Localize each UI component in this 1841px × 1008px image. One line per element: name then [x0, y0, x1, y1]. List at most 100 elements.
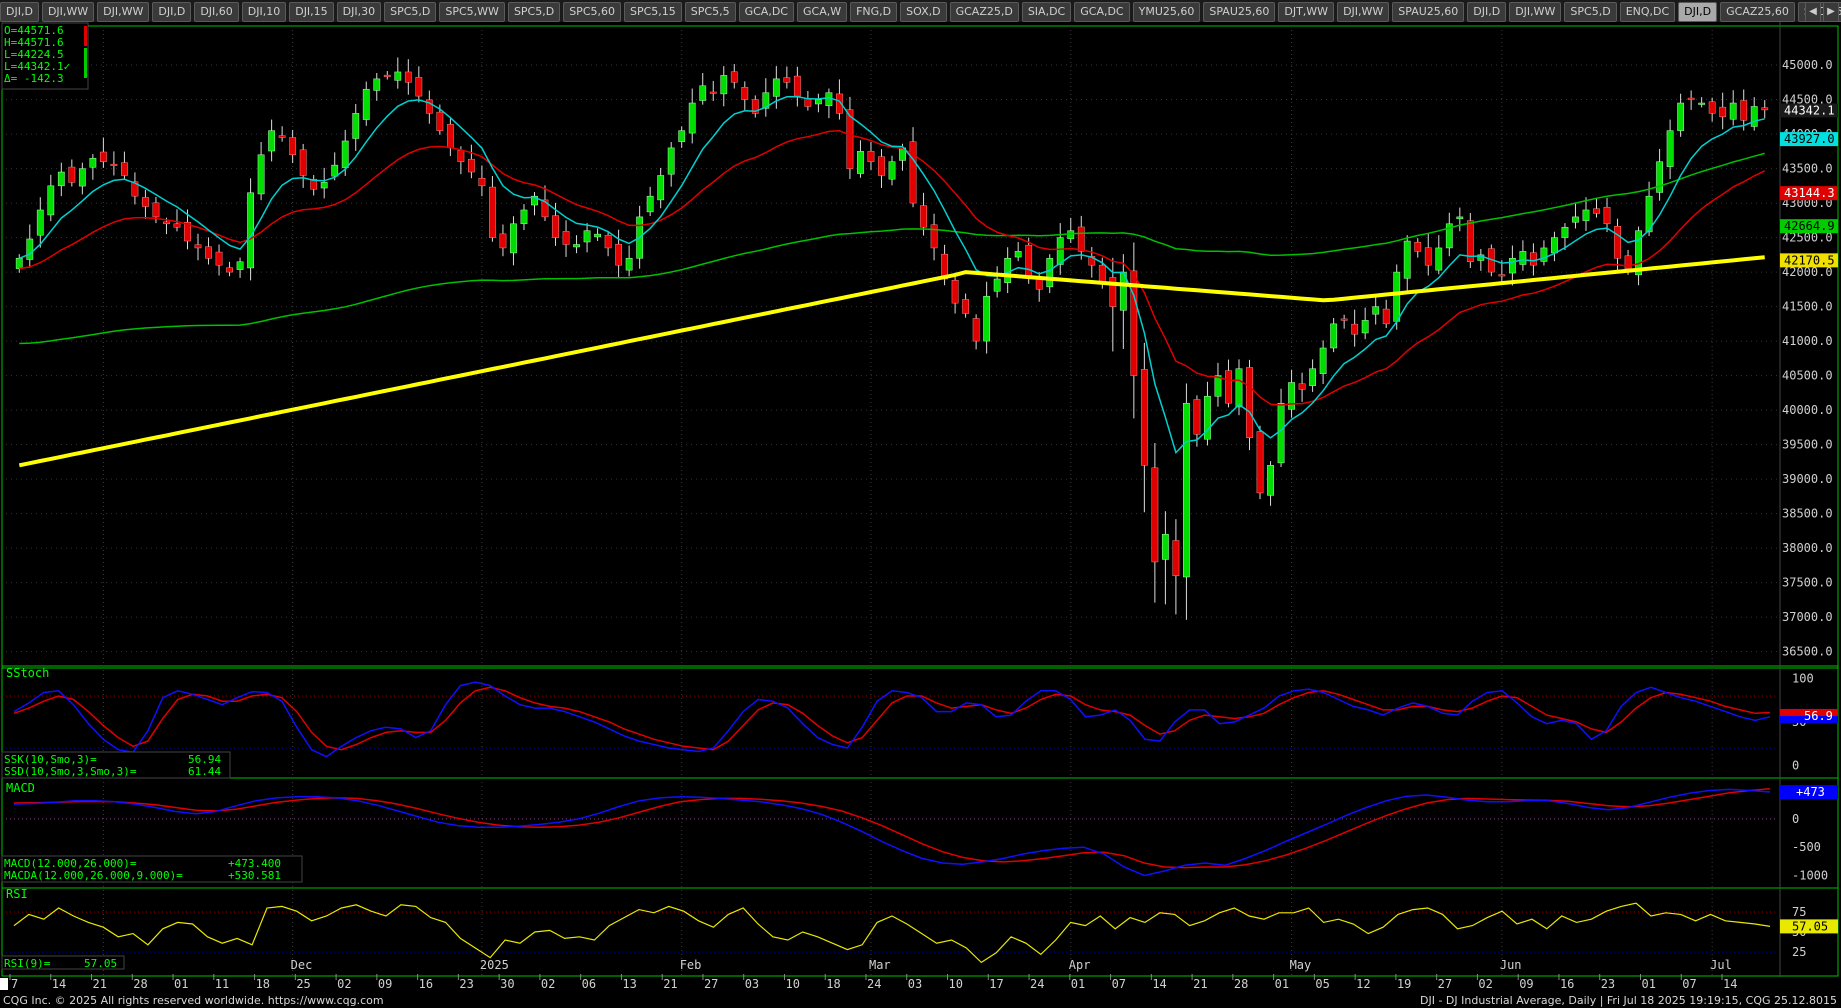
day-label: 03 — [908, 977, 922, 991]
candle-body — [1561, 226, 1569, 238]
candle-body — [320, 182, 328, 189]
candle-body — [383, 74, 391, 77]
symbol-tab[interactable]: SPC5,D — [507, 2, 561, 22]
candle-body — [215, 251, 223, 266]
month-label: May — [1290, 958, 1312, 972]
scroll-left-icon[interactable]: ◀ — [1805, 2, 1821, 22]
symbol-tab[interactable]: DJI,10 — [241, 2, 287, 22]
symbol-tab[interactable]: DJI,D — [152, 2, 192, 22]
candle-body — [1098, 264, 1106, 283]
price-tick-label: 36500.0 — [1782, 645, 1833, 659]
candle-body — [962, 299, 970, 314]
candle-body — [373, 78, 381, 91]
scroll-right-icon[interactable]: ▶ — [1823, 2, 1839, 22]
candle-body — [1603, 206, 1611, 225]
day-label: 02 — [541, 977, 555, 991]
macda-label: MACDA(12.000,26.000,9.000)= — [4, 869, 183, 882]
day-label: 12 — [1356, 977, 1370, 991]
symbol-tab[interactable]: ENQ,DC — [1619, 2, 1676, 22]
candle-body — [1319, 347, 1327, 374]
candle-body — [352, 113, 360, 139]
candle-body — [299, 149, 307, 176]
symbol-tab[interactable]: DJI,15 — [289, 2, 334, 22]
candle-body — [89, 157, 97, 168]
day-label: 18 — [256, 977, 270, 991]
candle-body — [236, 261, 244, 270]
candle-body — [478, 177, 486, 187]
symbol-tab[interactable]: SPC5,15 — [624, 2, 682, 22]
candle-body — [1056, 237, 1064, 265]
day-label: 25 — [296, 977, 310, 991]
candle-body — [1214, 375, 1222, 397]
day-label: 28 — [1234, 977, 1248, 991]
candle-body — [1151, 467, 1159, 563]
symbol-tab[interactable]: GCA,DC — [1074, 2, 1130, 22]
price-tick-label: 41500.0 — [1782, 300, 1833, 314]
symbol-tab[interactable]: DJI,WW — [97, 2, 150, 22]
candle-body — [867, 151, 875, 162]
ssd-value: 61.44 — [188, 765, 221, 778]
candle-body — [1614, 226, 1621, 259]
candle-body — [888, 161, 896, 180]
candle-body — [1277, 402, 1285, 464]
symbol-tab[interactable]: GCA,W — [796, 2, 848, 22]
candle-body — [825, 92, 833, 107]
symbol-tab[interactable]: DJI,WW — [1509, 2, 1562, 22]
symbol-tab[interactable]: DJI,WW — [41, 2, 95, 22]
candle-body — [1403, 240, 1411, 279]
status-footer: CQG Inc. © 2025 All rights reserved worl… — [0, 993, 1841, 1008]
symbol-tab[interactable]: SPC5,D — [1564, 2, 1617, 22]
price-tick-label: 41000.0 — [1782, 334, 1833, 348]
candle-body — [1719, 106, 1727, 118]
symbol-tab[interactable]: SPC5,WW — [439, 2, 505, 22]
candle-body — [194, 244, 202, 249]
symbol-tab[interactable]: GCA,DC — [738, 2, 794, 22]
candle-body — [142, 197, 149, 207]
day-label: 02 — [337, 977, 351, 991]
symbol-tab[interactable]: DJI,60 — [194, 2, 239, 22]
tab-scroll-controls: ◀ ▶ — [1805, 2, 1839, 22]
candle-body — [1435, 247, 1443, 271]
symbol-tab[interactable]: SOX,D — [900, 2, 947, 22]
candle-body — [1740, 100, 1748, 121]
rsi-value: 57.05 — [84, 957, 117, 970]
copyright-text: CQG Inc. © 2025 All rights reserved worl… — [3, 994, 384, 1007]
day-label: 24 — [1030, 977, 1044, 991]
symbol-tab[interactable]: DJI,D — [1678, 2, 1718, 22]
symbol-tab[interactable]: DJI,D — [0, 2, 39, 22]
symbol-tab[interactable]: SPAU25,60 — [1392, 2, 1465, 22]
candle-body — [415, 77, 423, 97]
symbol-tab[interactable]: GCAZ25,D — [949, 2, 1019, 22]
symbol-tab[interactable]: SIA,DC — [1021, 2, 1072, 22]
symbol-tab[interactable]: SPC5,5 — [684, 2, 736, 22]
day-label: 10 — [785, 977, 799, 991]
sstoch-tag-label: 56.9 — [1804, 709, 1833, 723]
candle-body — [878, 156, 885, 176]
chart-area[interactable]: 45000.044500.044000.043500.043000.042500… — [0, 22, 1841, 993]
candle-body — [404, 71, 412, 83]
symbol-tab[interactable]: DJI,D — [1467, 2, 1507, 22]
symbol-tab[interactable]: YMU25,60 — [1132, 2, 1201, 22]
macd-tag-label: +473 — [1796, 785, 1825, 799]
symbol-tab[interactable]: SPC5,D — [384, 2, 437, 22]
candle-body — [604, 235, 612, 249]
symbol-tab[interactable]: SPAU25,60 — [1203, 2, 1276, 22]
symbol-tab[interactable]: FNG,D — [850, 2, 898, 22]
day-label: 09 — [1519, 977, 1533, 991]
candle-body — [1687, 97, 1695, 100]
symbol-tab[interactable]: DJT,WW — [1278, 2, 1335, 22]
symbol-tab[interactable]: DJI,30 — [336, 2, 382, 22]
symbol-tab[interactable]: DJI,WW — [1337, 2, 1390, 22]
day-label: 17 — [989, 977, 1003, 991]
candle-body — [1498, 274, 1506, 277]
candle-body — [1750, 106, 1758, 127]
candle-body — [1361, 320, 1369, 334]
symbol-tab[interactable]: GCAZ25,60 — [1720, 2, 1795, 22]
symbol-tab-bar: DJI,D DJI,WW DJI,WW DJI,D DJI,60 DJI,10 DJI,15… — [0, 0, 1841, 23]
candle-body — [741, 87, 749, 100]
candle-body — [257, 154, 265, 195]
candle-body — [278, 135, 286, 138]
candle-body — [15, 258, 23, 269]
symbol-tab[interactable]: SPC5,60 — [563, 2, 621, 22]
price-tick-label: 43500.0 — [1782, 162, 1833, 176]
